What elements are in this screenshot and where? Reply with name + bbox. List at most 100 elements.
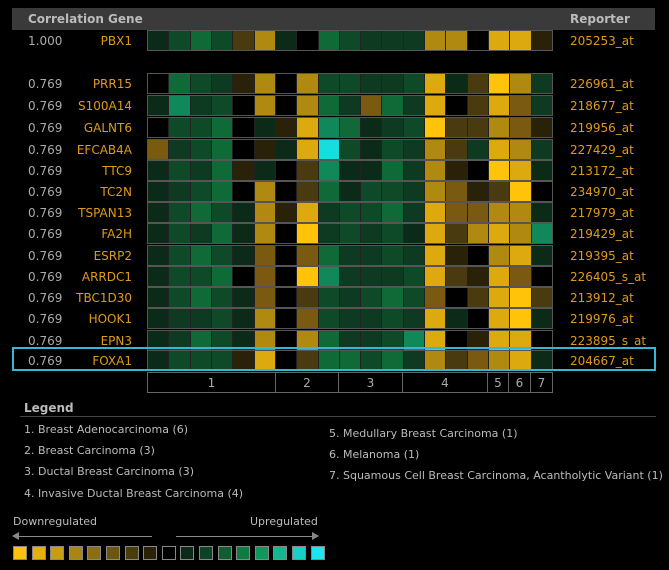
heatmap-cell[interactable] — [233, 288, 255, 307]
heatmap-cell[interactable] — [148, 140, 170, 159]
heatmap-cell[interactable] — [318, 182, 340, 201]
reporter-link[interactable]: 223895_s_at — [570, 334, 646, 348]
reporter-link[interactable]: 219976_at — [570, 312, 634, 326]
heatmap-cell[interactable] — [211, 31, 234, 50]
heatmap-cell[interactable] — [297, 118, 319, 137]
heatmap-cell[interactable] — [190, 74, 212, 93]
heatmap-cell[interactable] — [297, 96, 319, 115]
heatmap-cell[interactable] — [446, 224, 468, 243]
heatmap-cell[interactable] — [382, 161, 404, 180]
heatmap-cell[interactable] — [403, 31, 426, 50]
reporter-link[interactable]: 219956_at — [570, 121, 634, 135]
heatmap-cell[interactable] — [382, 96, 404, 115]
heatmap-cell[interactable] — [339, 182, 362, 201]
heatmap-cell[interactable] — [169, 96, 191, 115]
heatmap-cell[interactable] — [190, 246, 212, 265]
table-row[interactable]: 0.769 TSPAN13 217979_at — [0, 202, 669, 223]
heatmap-cell[interactable] — [510, 309, 532, 328]
heatmap-cell[interactable] — [531, 140, 552, 159]
heatmap-cell[interactable] — [211, 203, 234, 222]
heatmap-cell[interactable] — [446, 267, 468, 286]
heatmap-cell[interactable] — [233, 96, 255, 115]
reporter-link[interactable]: 217979_at — [570, 206, 634, 220]
heatmap-cell[interactable] — [318, 96, 340, 115]
heatmap-cell[interactable] — [361, 246, 383, 265]
heatmap-cell[interactable] — [467, 140, 489, 159]
heatmap-cell[interactable] — [169, 203, 191, 222]
heatmap-cell[interactable] — [339, 96, 362, 115]
heatmap-cell[interactable] — [318, 224, 340, 243]
heatmap-cell[interactable] — [467, 224, 489, 243]
heatmap-cell[interactable] — [403, 246, 426, 265]
heatmap-cell[interactable] — [339, 140, 362, 159]
heatmap-cell[interactable] — [275, 140, 298, 159]
heatmap-cell[interactable] — [254, 267, 276, 286]
heatmap-cell[interactable] — [467, 96, 489, 115]
heatmap-cell[interactable] — [254, 309, 276, 328]
heatmap-cell[interactable] — [382, 140, 404, 159]
heatmap-cell[interactable] — [510, 161, 532, 180]
heatmap-cell[interactable] — [190, 288, 212, 307]
heatmap-cell[interactable] — [211, 288, 234, 307]
heatmap-cell[interactable] — [403, 224, 426, 243]
heatmap-cell[interactable] — [510, 118, 532, 137]
reporter-link[interactable]: 213912_at — [570, 291, 634, 305]
gene-link[interactable]: GALNT6 — [60, 121, 132, 135]
heatmap-cell[interactable] — [339, 203, 362, 222]
heatmap-cell[interactable] — [233, 118, 255, 137]
heatmap-cell[interactable] — [148, 267, 170, 286]
heatmap-cell[interactable] — [467, 309, 489, 328]
heatmap-cell[interactable] — [254, 161, 276, 180]
heatmap-cell[interactable] — [403, 118, 426, 137]
heatmap-cell[interactable] — [361, 118, 383, 137]
heatmap-cell[interactable] — [339, 288, 362, 307]
heatmap-cell[interactable] — [446, 288, 468, 307]
heatmap-cell[interactable] — [233, 267, 255, 286]
heatmap-cell[interactable] — [318, 203, 340, 222]
heatmap-cell[interactable] — [297, 140, 319, 159]
heatmap-cell[interactable] — [531, 288, 552, 307]
heatmap-cell[interactable] — [489, 182, 511, 201]
heatmap-cell[interactable] — [403, 309, 426, 328]
gene-link[interactable]: S100A14 — [60, 99, 132, 113]
heatmap-cell[interactable] — [148, 288, 170, 307]
heatmap-cell[interactable] — [211, 74, 234, 93]
heatmap-cell[interactable] — [531, 309, 552, 328]
heatmap-cell[interactable] — [275, 224, 298, 243]
heatmap-cell[interactable] — [297, 224, 319, 243]
heatmap-cell[interactable] — [489, 140, 511, 159]
reporter-link[interactable]: 226405_s_at — [570, 270, 646, 284]
reporter-link[interactable]: 227429_at — [570, 143, 634, 157]
heatmap-cell[interactable] — [169, 246, 191, 265]
gene-link[interactable]: PRR15 — [60, 77, 132, 91]
heatmap-cell[interactable] — [425, 74, 447, 93]
heatmap-cell[interactable] — [339, 224, 362, 243]
heatmap-cell[interactable] — [275, 288, 298, 307]
heatmap-cell[interactable] — [233, 246, 255, 265]
table-row[interactable]: 0.769 TTC9 213172_at — [0, 160, 669, 181]
heatmap-cell[interactable] — [297, 267, 319, 286]
heatmap-cell[interactable] — [169, 118, 191, 137]
reporter-link[interactable]: 218677_at — [570, 99, 634, 113]
heatmap-cell[interactable] — [233, 224, 255, 243]
heatmap-cell[interactable] — [254, 31, 276, 50]
heatmap-cell[interactable] — [467, 31, 489, 50]
heatmap-cell[interactable] — [275, 96, 298, 115]
heatmap-cell[interactable] — [489, 309, 511, 328]
table-row[interactable]: 1.000 PBX1 205253_at — [0, 30, 669, 51]
heatmap-cell[interactable] — [361, 288, 383, 307]
heatmap-cell[interactable] — [190, 182, 212, 201]
reporter-link[interactable]: 234970_at — [570, 185, 634, 199]
heatmap-cell[interactable] — [489, 203, 511, 222]
gene-link[interactable]: FA2H — [60, 227, 132, 241]
heatmap-cell[interactable] — [446, 96, 468, 115]
heatmap-cell[interactable] — [254, 246, 276, 265]
heatmap-cell[interactable] — [361, 96, 383, 115]
reporter-link[interactable]: 226961_at — [570, 77, 634, 91]
heatmap-cell[interactable] — [425, 161, 447, 180]
heatmap-cell[interactable] — [169, 182, 191, 201]
heatmap-cell[interactable] — [531, 31, 552, 50]
heatmap-cell[interactable] — [211, 309, 234, 328]
heatmap-cell[interactable] — [510, 288, 532, 307]
table-row[interactable]: 0.769 ARRDC1 226405_s_at — [0, 266, 669, 287]
